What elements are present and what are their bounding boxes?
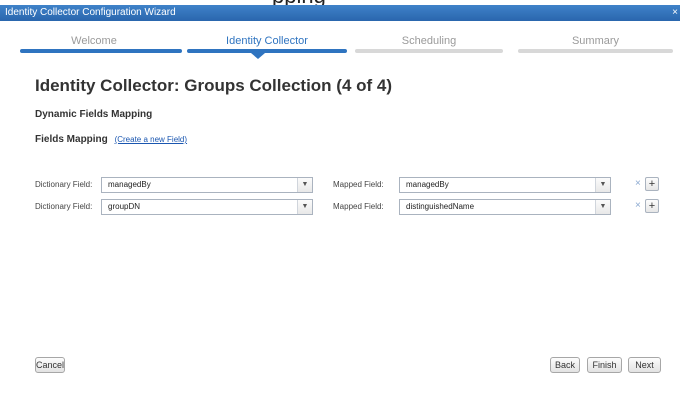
wizard-steps: Welcome Identity Collector Scheduling Su… [0,21,680,65]
mapping-row: Dictionary Field: groupDN ▼ Mapped Field… [0,199,680,215]
mapped-field-select[interactable]: distinguishedName ▼ [399,199,611,215]
cancel-button[interactable]: Cancel [35,357,65,373]
step-label: Welcome [71,35,117,47]
dictionary-field-value: managedBy [108,180,151,189]
step-summary[interactable]: Summary [518,35,673,47]
step-progress-summary [518,49,673,53]
step-progress-scheduling [355,49,503,53]
fields-mapping-header: Fields Mapping (Create a new Field) [35,134,187,145]
close-icon[interactable]: × [635,177,641,191]
step-label: Summary [571,35,620,47]
mapped-field-value: managedBy [406,180,449,189]
dictionary-field-value: groupDN [108,202,141,211]
mapped-field-select[interactable]: managedBy ▼ [399,177,611,193]
chevron-down-icon[interactable]: ▼ [595,178,610,192]
chevron-down-icon[interactable]: ▼ [297,200,312,214]
step-scheduling[interactable]: Scheduling [355,35,503,47]
mapped-field-label: Mapped Field: [333,202,384,211]
chevron-down-icon[interactable]: ▼ [297,178,312,192]
step-label: Scheduling [401,35,457,47]
create-new-field-link[interactable]: (Create a new Field) [115,135,187,144]
dictionary-field-label: Dictionary Field: [35,180,93,189]
close-icon[interactable]: × [672,5,678,21]
step-identity-collector[interactable]: Identity Collector [187,35,347,47]
mapping-row: Dictionary Field: managedBy ▼ Mapped Fie… [0,177,680,193]
mapped-field-label: Mapped Field: [333,180,384,189]
close-icon[interactable]: × [635,199,641,213]
page-title: Identity Collector: Groups Collection (4… [35,76,393,95]
window-title: Identity Collector Configuration Wizard [5,7,176,18]
section-title: Dynamic Fields Mapping [35,109,153,120]
window-titlebar: Identity Collector Configuration Wizard … [0,5,680,21]
mapped-field-value: distinguishedName [406,202,475,211]
step-progress-identity-collector [187,49,347,53]
plus-icon[interactable]: + [645,199,659,213]
next-button[interactable]: Next [628,357,661,373]
fields-mapping-label: Fields Mapping [35,134,108,145]
plus-icon[interactable]: + [645,177,659,191]
dictionary-field-label: Dictionary Field: [35,202,93,211]
step-welcome[interactable]: Welcome [20,35,168,47]
finish-button[interactable]: Finish [587,357,622,373]
chevron-down-icon[interactable]: ▼ [595,200,610,214]
dictionary-field-select[interactable]: managedBy ▼ [101,177,313,193]
step-label: Identity Collector [226,35,308,47]
step-progress-welcome [20,49,182,53]
dictionary-field-select[interactable]: groupDN ▼ [101,199,313,215]
active-step-pointer [251,53,265,59]
back-button[interactable]: Back [550,357,580,373]
